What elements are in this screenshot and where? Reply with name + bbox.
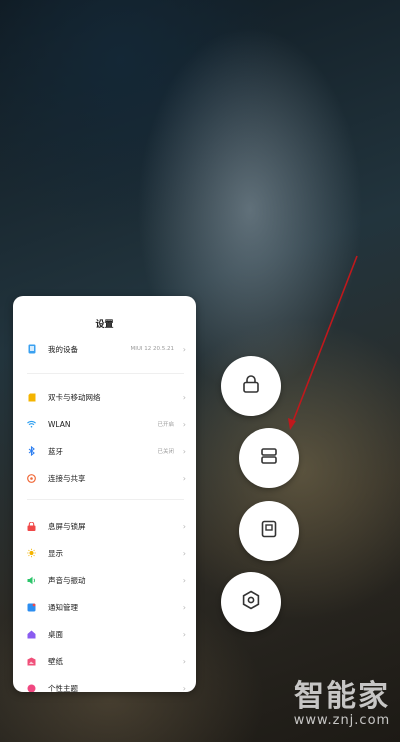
phone-icon <box>27 344 36 354</box>
settings-item-value: 已关闭 <box>157 449 174 455</box>
settings-item-bluetooth[interactable]: 蓝牙 已关闭 › <box>13 440 196 462</box>
settings-item-lock-screen[interactable]: 息屏与锁屏 › <box>13 515 196 537</box>
floating-window-icon <box>259 519 279 543</box>
settings-item-home-screen[interactable]: 桌面 › <box>13 623 196 645</box>
chevron-right-icon: › <box>182 575 186 585</box>
hexagon-settings-icon <box>240 589 262 615</box>
chevron-right-icon: › <box>182 548 186 558</box>
settings-item-label: 声音与振动 <box>48 575 86 585</box>
watermark-url: www.znj.com <box>293 713 391 728</box>
chevron-right-icon: › <box>182 602 186 612</box>
floating-window-button[interactable] <box>239 501 299 561</box>
chevron-right-icon: › <box>182 344 186 354</box>
app-settings-button[interactable] <box>221 572 281 632</box>
split-screen-button[interactable] <box>239 428 299 488</box>
settings-item-sim[interactable]: 双卡与移动网络 › <box>13 386 196 408</box>
settings-item-value: MIUI 12 20.5.21 <box>130 346 174 352</box>
card-title: 设置 <box>95 320 114 330</box>
chevron-right-icon: › <box>182 419 186 429</box>
chevron-right-icon: › <box>182 656 186 666</box>
settings-item-wallpaper[interactable]: 壁纸 › <box>13 650 196 672</box>
chevron-right-icon: › <box>182 629 186 639</box>
settings-item-label: 我的设备 <box>48 344 78 354</box>
chevron-right-icon: › <box>182 521 186 531</box>
wifi-icon <box>27 420 36 429</box>
settings-item-themes[interactable]: 个性主题 › <box>13 677 196 692</box>
watermark-logo-text: 智能家 <box>294 679 390 714</box>
home-icon <box>27 630 36 639</box>
chevron-right-icon: › <box>182 473 186 483</box>
settings-item-label: 通知管理 <box>48 602 78 612</box>
divider <box>27 373 184 374</box>
lock-app-button[interactable] <box>221 356 281 416</box>
chevron-right-icon: › <box>182 392 186 402</box>
settings-item-label: 蓝牙 <box>48 446 63 456</box>
theme-icon <box>27 684 36 692</box>
settings-item-my-device[interactable]: 我的设备 MIUI 12 20.5.21 › <box>13 338 196 360</box>
settings-item-label: 个性主题 <box>48 683 78 693</box>
settings-item-wlan[interactable]: WLAN 已开启 › <box>13 413 196 435</box>
chevron-right-icon: › <box>182 446 186 456</box>
sun-icon <box>27 548 36 558</box>
bluetooth-icon <box>27 446 36 456</box>
split-screen-icon <box>259 446 279 470</box>
watermark: 智能家 www.znj.com <box>284 680 400 728</box>
settings-item-label: WLAN <box>48 419 71 429</box>
settings-item-value: 已开启 <box>157 422 174 428</box>
settings-item-label: 双卡与移动网络 <box>48 392 101 402</box>
settings-item-notifications[interactable]: 通知管理 › <box>13 596 196 618</box>
settings-item-label: 壁纸 <box>48 656 63 666</box>
settings-item-sound[interactable]: 声音与振动 › <box>13 569 196 591</box>
divider <box>27 499 184 500</box>
sim-card-icon <box>27 393 36 402</box>
speaker-icon <box>27 576 36 585</box>
settings-item-label: 息屏与锁屏 <box>48 521 86 531</box>
settings-app-card[interactable]: 设置 我的设备 MIUI 12 20.5.21 › 双卡与移动网络 › WLAN… <box>13 296 196 692</box>
settings-item-label: 连接与共享 <box>48 473 86 483</box>
chevron-right-icon: › <box>182 683 186 693</box>
connection-icon <box>27 473 36 483</box>
settings-item-connection[interactable]: 连接与共享 › <box>13 467 196 489</box>
notification-icon <box>27 603 36 612</box>
settings-item-display[interactable]: 显示 › <box>13 542 196 564</box>
lock-icon <box>241 374 261 398</box>
settings-item-label: 桌面 <box>48 629 63 639</box>
wallpaper-icon <box>27 657 36 666</box>
lock-screen-icon <box>27 521 36 531</box>
settings-item-label: 显示 <box>48 548 63 558</box>
